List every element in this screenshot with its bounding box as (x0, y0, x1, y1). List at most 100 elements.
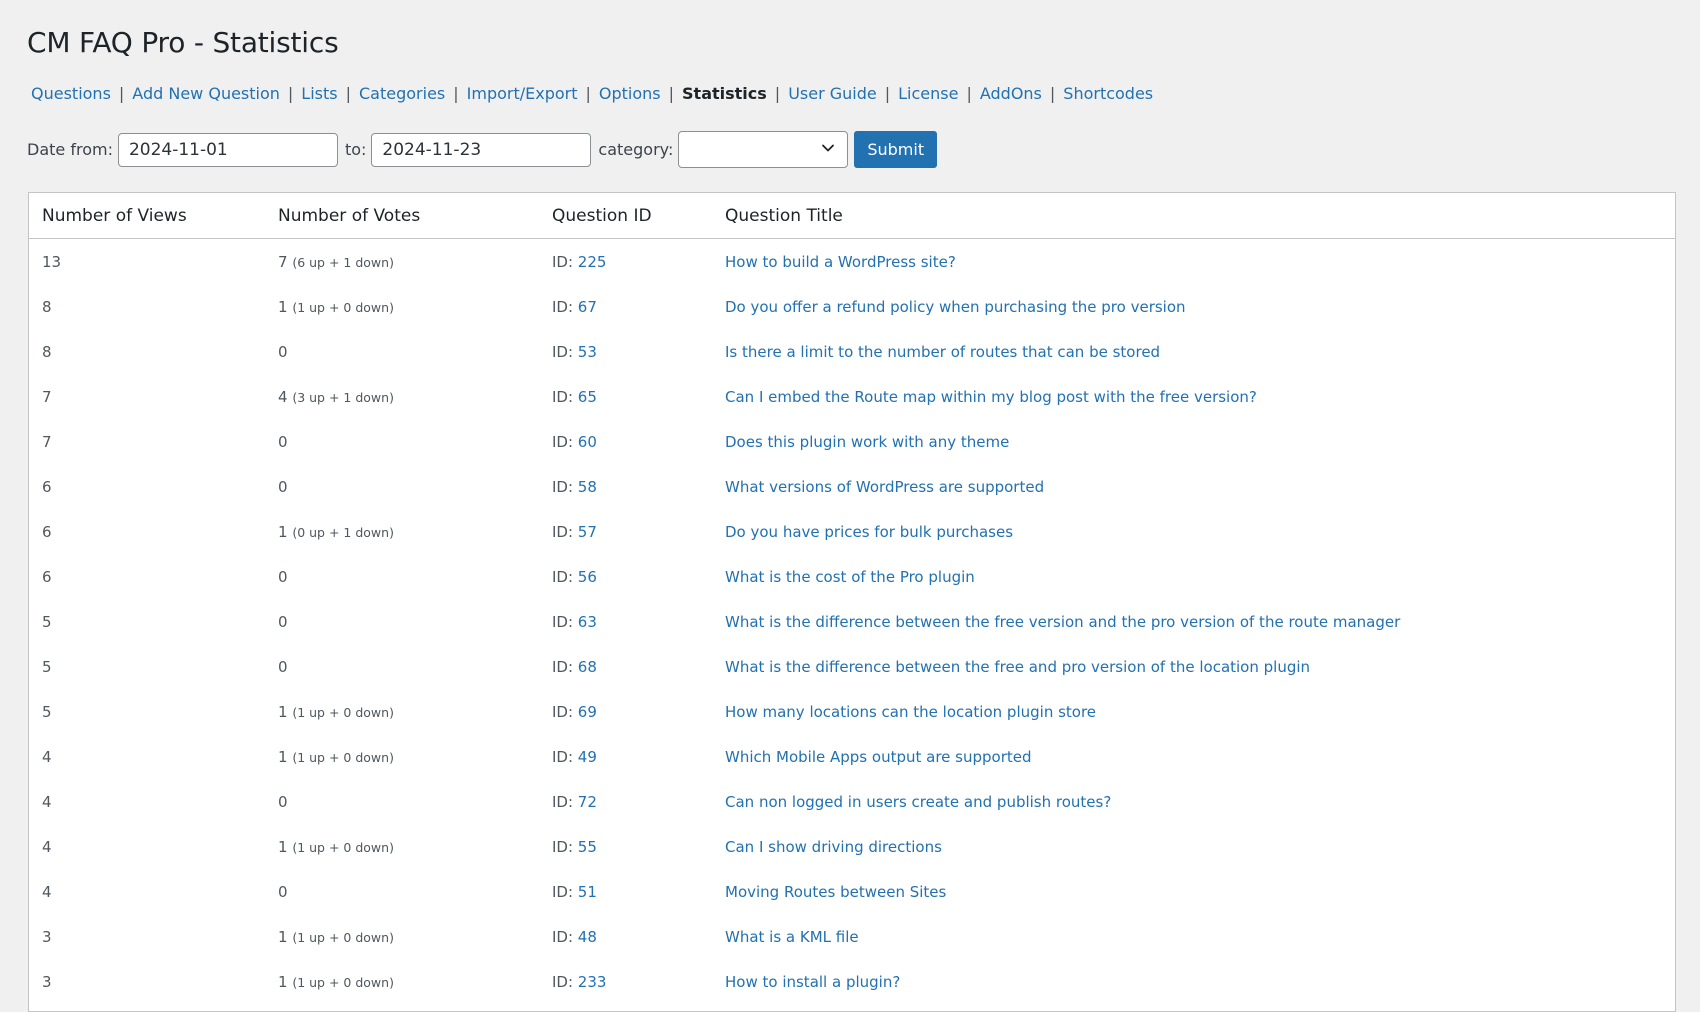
question-id-link[interactable]: 233 (578, 973, 607, 991)
table-row: 7 0 ID: 60 Does this plugin work with any t… (29, 419, 1675, 464)
question-title-cell: How to install a plugin? (725, 959, 1675, 1004)
question-title-link[interactable]: Which Mobile Apps output are supported (725, 748, 1032, 766)
votes-cell: 1 (1 up + 0 down) (278, 959, 552, 1004)
votes-cell: 0 (278, 419, 552, 464)
question-title-link[interactable]: What versions of WordPress are supported (725, 478, 1044, 496)
question-id-cell: ID: 57 (552, 509, 725, 554)
nav-link-addons[interactable]: AddOns (980, 84, 1042, 103)
question-title-link[interactable]: Is there a limit to the number of routes… (725, 343, 1160, 361)
statistics-table: Number of Views Number of Votes Question… (29, 193, 1675, 1004)
question-title-link[interactable]: Can non logged in users create and publi… (725, 793, 1111, 811)
question-title-link[interactable]: Does this plugin work with any theme (725, 433, 1009, 451)
id-prefix: ID: (552, 297, 578, 316)
views-cell: 7 (42, 432, 52, 451)
question-title-link[interactable]: How to install a plugin? (725, 973, 900, 991)
question-id-link[interactable]: 49 (578, 748, 597, 766)
votes-count: 1 (278, 702, 288, 721)
question-id-cell: ID: 48 (552, 914, 725, 959)
nav-link-user-guide[interactable]: User Guide (788, 84, 877, 103)
question-id-link[interactable]: 60 (578, 433, 597, 451)
votes-detail: (3 up + 1 down) (292, 389, 394, 405)
nav-link-add-new-question[interactable]: Add New Question (132, 84, 280, 103)
table-header-row: Number of Views Number of Votes Question… (29, 193, 1675, 239)
id-prefix: ID: (552, 747, 578, 766)
views-cell: 3 (42, 972, 52, 991)
column-header-question-id[interactable]: Question ID (552, 193, 725, 239)
table-row: 51 (1 up + 0 down) ID: 69 How many locatio… (29, 689, 1675, 734)
table-row: 5 0 ID: 63 What is the difference between t… (29, 599, 1675, 644)
votes-detail: (1 up + 0 down) (292, 749, 394, 765)
table-row: 61 (0 up + 1 down) ID: 57 Do you have pric… (29, 509, 1675, 554)
nav-link-lists[interactable]: Lists (301, 84, 337, 103)
question-title-link[interactable]: Do you offer a refund policy when purcha… (725, 298, 1186, 316)
column-header-question-title[interactable]: Question Title (725, 193, 1675, 239)
nav-link-categories[interactable]: Categories (359, 84, 445, 103)
question-title-link[interactable]: What is a KML file (725, 928, 859, 946)
table-row: 31 (1 up + 0 down) ID: 48 What is a KML fi… (29, 914, 1675, 959)
date-from-input[interactable] (117, 132, 338, 167)
nav-link-import-export[interactable]: Import/Export (467, 84, 578, 103)
question-id-link[interactable]: 68 (578, 658, 597, 676)
question-title-link[interactable]: Can I embed the Route map within my blog… (725, 388, 1257, 406)
question-id-link[interactable]: 72 (578, 793, 597, 811)
date-to-input[interactable] (371, 132, 592, 167)
question-title-link[interactable]: Can I show driving directions (725, 838, 942, 856)
column-header-views[interactable]: Number of Views (29, 193, 278, 239)
question-id-link[interactable]: 58 (578, 478, 597, 496)
submit-button[interactable]: Submit (854, 131, 938, 168)
question-title-cell: What is the cost of the Pro plugin (725, 554, 1675, 599)
column-header-votes[interactable]: Number of Votes (278, 193, 552, 239)
nav-link-statistics[interactable]: Statistics (682, 84, 767, 103)
question-id-link[interactable]: 225 (578, 253, 607, 271)
nav-link-questions[interactable]: Questions (31, 84, 111, 103)
votes-detail: (6 up + 1 down) (292, 254, 394, 270)
views-cell: 13 (42, 252, 62, 271)
nav-link-license[interactable]: License (898, 84, 958, 103)
question-title-link[interactable]: What is the difference between the free … (725, 613, 1400, 631)
page-wrap: CM FAQ Pro - Statistics (0, 0, 1700, 61)
question-title-cell: Does this plugin work with any theme (725, 419, 1675, 464)
question-title-cell: What is the difference between the free … (725, 644, 1675, 689)
question-title-cell: Do you have prices for bulk purchases (725, 509, 1675, 554)
question-id-link[interactable]: 69 (578, 703, 597, 721)
votes-count: 1 (278, 522, 288, 541)
id-prefix: ID: (552, 702, 578, 721)
question-title-link[interactable]: What is the difference between the free … (725, 658, 1310, 676)
nav-separator: | (884, 84, 891, 103)
question-title-link[interactable]: How many locations can the location plug… (725, 703, 1096, 721)
views-cell: 4 (42, 882, 52, 901)
question-id-link[interactable]: 55 (578, 838, 597, 856)
question-id-cell: ID: 60 (552, 419, 725, 464)
question-id-cell: ID: 233 (552, 959, 725, 1004)
question-id-link[interactable]: 57 (578, 523, 597, 541)
question-id-link[interactable]: 53 (578, 343, 597, 361)
question-title-cell: What is a KML file (725, 914, 1675, 959)
question-id-link[interactable]: 63 (578, 613, 597, 631)
id-prefix: ID: (552, 252, 578, 271)
nav-link-shortcodes[interactable]: Shortcodes (1063, 84, 1153, 103)
question-id-link[interactable]: 56 (578, 568, 597, 586)
question-title-cell: Moving Routes between Sites (725, 869, 1675, 914)
nav-link-options[interactable]: Options (599, 84, 661, 103)
category-select[interactable] (678, 131, 849, 168)
votes-cell: 0 (278, 779, 552, 824)
question-title-cell: How to build a WordPress site? (725, 239, 1675, 285)
question-title-link[interactable]: Do you have prices for bulk purchases (725, 523, 1013, 541)
question-title-link[interactable]: How to build a WordPress site? (725, 253, 956, 271)
id-prefix: ID: (552, 882, 578, 901)
views-cell: 8 (42, 342, 52, 361)
votes-detail: (1 up + 0 down) (292, 839, 394, 855)
question-title-link[interactable]: What is the cost of the Pro plugin (725, 568, 975, 586)
question-id-link[interactable]: 48 (578, 928, 597, 946)
question-id-link[interactable]: 65 (578, 388, 597, 406)
question-title-link[interactable]: Moving Routes between Sites (725, 883, 946, 901)
table-row: 41 (1 up + 0 down) ID: 49 Which Mobile App… (29, 734, 1675, 779)
id-prefix: ID: (552, 927, 578, 946)
id-prefix: ID: (552, 612, 578, 631)
question-title-cell: Which Mobile Apps output are supported (725, 734, 1675, 779)
question-id-link[interactable]: 67 (578, 298, 597, 316)
votes-count: 7 (278, 252, 288, 271)
table-row: 81 (1 up + 0 down) ID: 67 Do you offer a r… (29, 284, 1675, 329)
nav-separator: | (1049, 84, 1056, 103)
question-id-link[interactable]: 51 (578, 883, 597, 901)
